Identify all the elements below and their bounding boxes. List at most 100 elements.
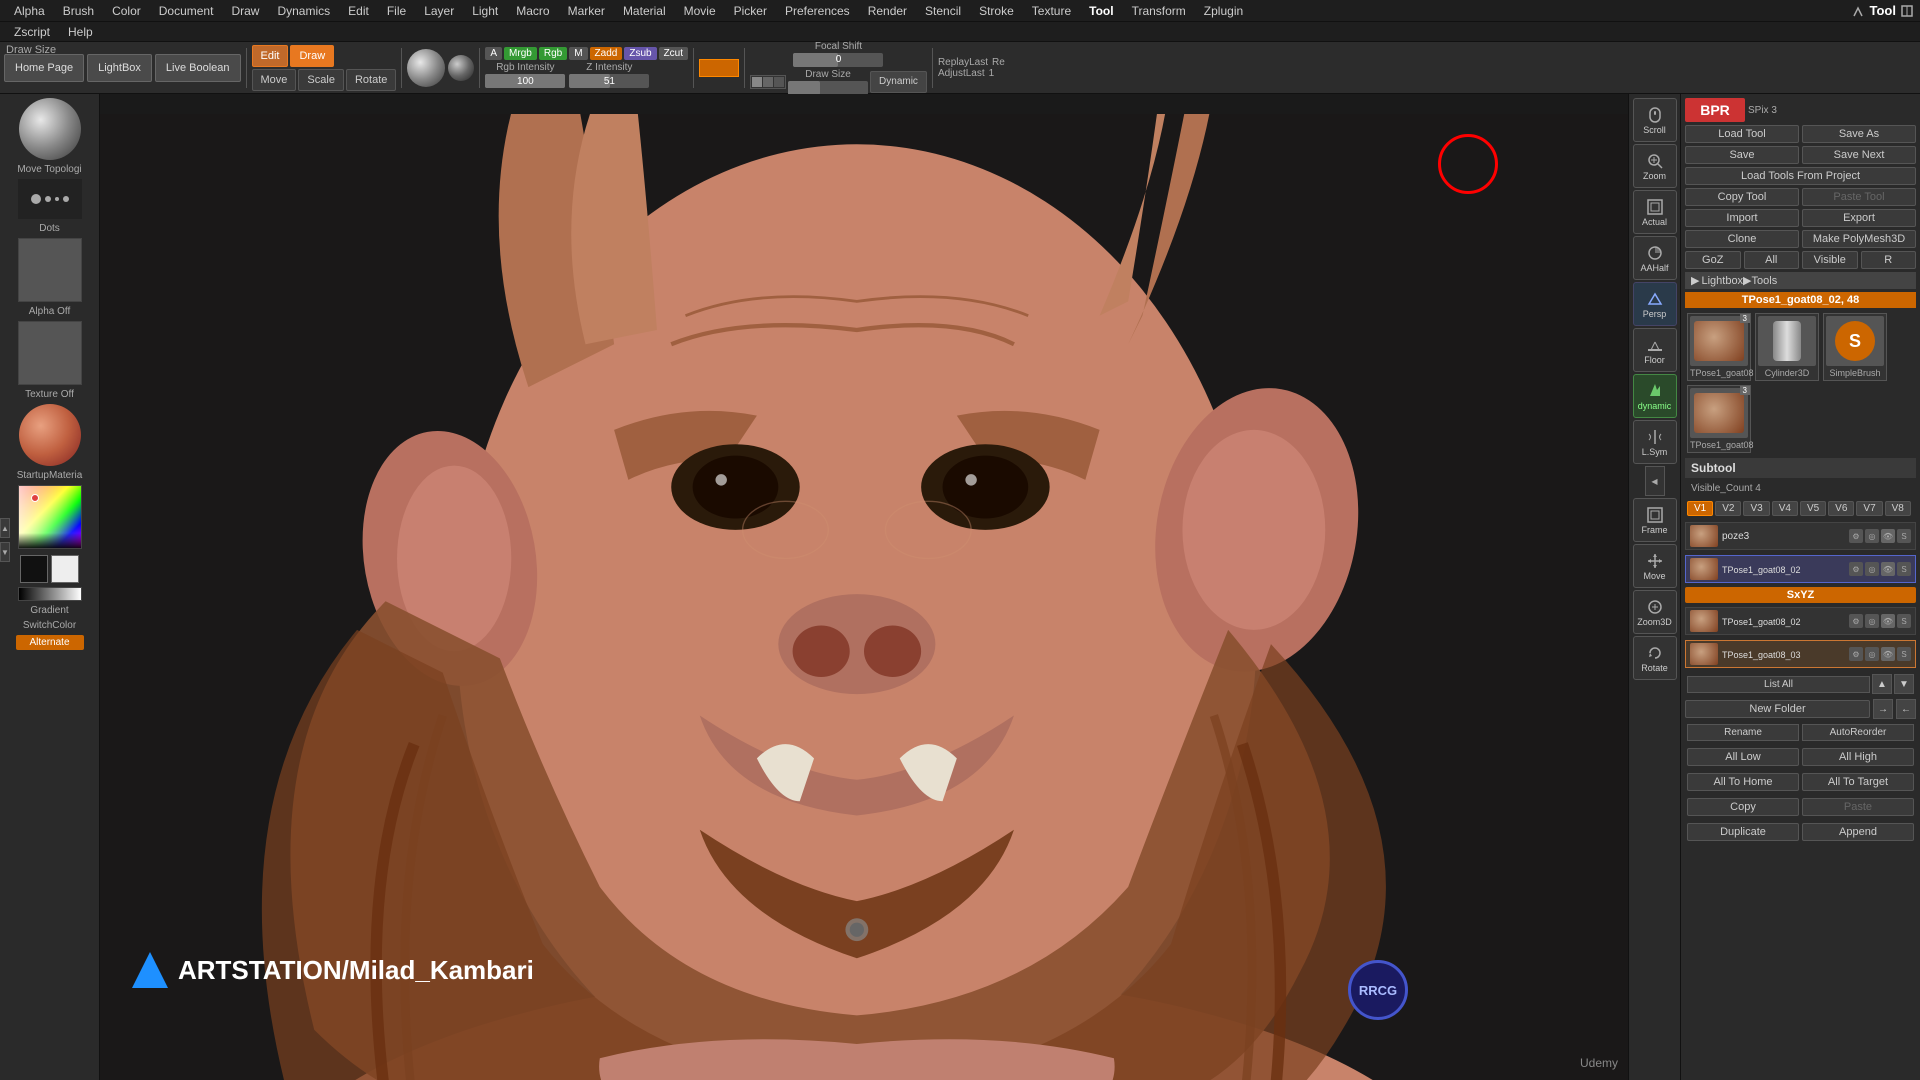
- frame-button[interactable]: Frame: [1633, 498, 1677, 542]
- live-boolean-button[interactable]: Live Boolean: [155, 54, 241, 82]
- dynamic-btn[interactable]: dynamic: [1633, 374, 1677, 418]
- menu-document[interactable]: Document: [151, 2, 222, 20]
- alternate-button[interactable]: Alternate: [16, 635, 84, 650]
- clone-button[interactable]: Clone: [1685, 230, 1799, 248]
- material-sphere[interactable]: [19, 404, 81, 466]
- v2-tab[interactable]: V2: [1715, 501, 1741, 516]
- rename-button[interactable]: Rename: [1687, 724, 1799, 741]
- zcut-pill[interactable]: Zcut: [659, 47, 688, 60]
- mrgb-pill[interactable]: Mrgb: [504, 47, 537, 60]
- scale-button[interactable]: Scale: [298, 69, 344, 91]
- rotate-3d-button[interactable]: Rotate: [1633, 636, 1677, 680]
- st2-eye-icon[interactable]: 👁: [1881, 614, 1895, 628]
- poze3-icon4[interactable]: S: [1897, 529, 1911, 543]
- st1-eye-icon[interactable]: 👁: [1881, 562, 1895, 576]
- re-label[interactable]: Re: [992, 57, 1005, 68]
- poze3-icon1[interactable]: ⚙: [1849, 529, 1863, 543]
- all-high-button[interactable]: All High: [1802, 748, 1914, 766]
- persp-button[interactable]: Persp: [1633, 282, 1677, 326]
- tool-thumb-1[interactable]: 3 TPose1_goat08: [1687, 313, 1751, 381]
- color-indicator[interactable]: [699, 59, 739, 77]
- st3-eye-icon[interactable]: 👁: [1881, 647, 1895, 661]
- replay-last-label[interactable]: ReplayLast: [938, 57, 988, 68]
- all-low-button[interactable]: All Low: [1687, 748, 1799, 766]
- collapse-arrow[interactable]: ◀: [1645, 466, 1665, 496]
- menu-movie[interactable]: Movie: [676, 2, 724, 20]
- menu-marker[interactable]: Marker: [560, 2, 613, 20]
- all-to-target-button[interactable]: All To Target: [1802, 773, 1914, 791]
- bpr-button[interactable]: BPR: [1685, 98, 1745, 122]
- draw-mode-1[interactable]: [752, 77, 762, 87]
- poze3-eye-icon[interactable]: 👁: [1881, 529, 1895, 543]
- subtool-item-1[interactable]: TPose1_goat08_02 ⚙ ◎ 👁 S: [1685, 555, 1916, 583]
- all-to-home-button[interactable]: All To Home: [1687, 773, 1799, 791]
- menu-macro[interactable]: Macro: [508, 2, 557, 20]
- menu-texture[interactable]: Texture: [1024, 2, 1079, 20]
- goz-button[interactable]: GoZ: [1685, 251, 1741, 269]
- st1-icon1[interactable]: ⚙: [1849, 562, 1863, 576]
- menu-tool[interactable]: Tool: [1081, 2, 1121, 20]
- v8-tab[interactable]: V8: [1885, 501, 1911, 516]
- brush-preview-sphere[interactable]: [19, 98, 81, 160]
- actual-button[interactable]: Actual: [1633, 190, 1677, 234]
- auto-reorder-button[interactable]: AutoReorder: [1802, 724, 1914, 741]
- menu-layer[interactable]: Layer: [416, 2, 462, 20]
- menu-alpha[interactable]: Alpha: [6, 2, 53, 20]
- alpha-preview[interactable]: [18, 238, 82, 302]
- aahalf-button[interactable]: AAHalf: [1633, 236, 1677, 280]
- m-pill[interactable]: M: [569, 47, 587, 60]
- subtool-item-2[interactable]: TPose1_goat08_02 ⚙ ◎ 👁 S: [1685, 607, 1916, 635]
- load-tools-from-project-button[interactable]: Load Tools From Project: [1685, 167, 1916, 185]
- menu-draw[interactable]: Draw: [223, 2, 267, 20]
- zoom-button[interactable]: Zoom: [1633, 144, 1677, 188]
- menu-stencil[interactable]: Stencil: [917, 2, 969, 20]
- menu-help[interactable]: Help: [60, 23, 101, 41]
- menu-zplugin[interactable]: Zplugin: [1196, 2, 1251, 20]
- menu-brush[interactable]: Brush: [55, 2, 102, 20]
- paste-button[interactable]: Paste: [1802, 798, 1914, 816]
- v5-tab[interactable]: V5: [1800, 501, 1826, 516]
- tool-thumb-simplebrush[interactable]: S SimpleBrush: [1823, 313, 1887, 381]
- a-pill[interactable]: A: [485, 47, 502, 60]
- move-3d-button[interactable]: Move: [1633, 544, 1677, 588]
- st2-icon1[interactable]: ⚙: [1849, 614, 1863, 628]
- focal-shift-slider[interactable]: Focal Shift 0: [750, 41, 927, 67]
- rgb-pill[interactable]: Rgb: [539, 47, 567, 60]
- make-polymesh3d-button[interactable]: Make PolyMesh3D: [1802, 230, 1916, 248]
- subtool-header[interactable]: Subtool: [1685, 458, 1916, 478]
- zsub-pill[interactable]: Zsub: [624, 47, 656, 60]
- st3-icon1[interactable]: ⚙: [1849, 647, 1863, 661]
- draw-mode-2[interactable]: [763, 77, 773, 87]
- floor-button[interactable]: Floor: [1633, 328, 1677, 372]
- xyz-badge[interactable]: SxYZ: [1685, 587, 1916, 603]
- menu-material[interactable]: Material: [615, 2, 674, 20]
- draw-button[interactable]: Draw: [290, 45, 334, 67]
- export-button[interactable]: Export: [1802, 209, 1916, 227]
- import-button[interactable]: Import: [1685, 209, 1799, 227]
- foreground-color[interactable]: [20, 555, 48, 583]
- folder-left-arrow[interactable]: ←: [1896, 699, 1916, 719]
- rotate-button[interactable]: Rotate: [346, 69, 396, 91]
- st3-icon4[interactable]: S: [1897, 647, 1911, 661]
- texture-preview[interactable]: [18, 321, 82, 385]
- v7-tab[interactable]: V7: [1856, 501, 1882, 516]
- tool-thumb-4[interactable]: 3 TPose1_goat08: [1687, 385, 1751, 453]
- right-arrow[interactable]: ▼: [0, 542, 10, 562]
- copy-button[interactable]: Copy: [1687, 798, 1799, 816]
- save-next-button[interactable]: Save Next: [1802, 146, 1916, 164]
- folder-right-arrow[interactable]: →: [1873, 699, 1893, 719]
- menu-light[interactable]: Light: [464, 2, 506, 20]
- menu-dynamics[interactable]: Dynamics: [269, 2, 338, 20]
- dynamic-button[interactable]: Dynamic: [870, 71, 927, 93]
- subtool-item-3[interactable]: TPose1_goat08_03 ⚙ ◎ 👁 S: [1685, 640, 1916, 668]
- menu-render[interactable]: Render: [860, 2, 915, 20]
- move-button[interactable]: Move: [252, 69, 297, 91]
- v3-tab[interactable]: V3: [1743, 501, 1769, 516]
- zadd-pill[interactable]: Zadd: [590, 47, 623, 60]
- r-button[interactable]: R: [1861, 251, 1917, 269]
- lightbox-button[interactable]: LightBox: [87, 54, 152, 82]
- st1-icon4[interactable]: S: [1897, 562, 1911, 576]
- st3-icon2[interactable]: ◎: [1865, 647, 1879, 661]
- save-button[interactable]: Save: [1685, 146, 1799, 164]
- all-button[interactable]: All: [1744, 251, 1800, 269]
